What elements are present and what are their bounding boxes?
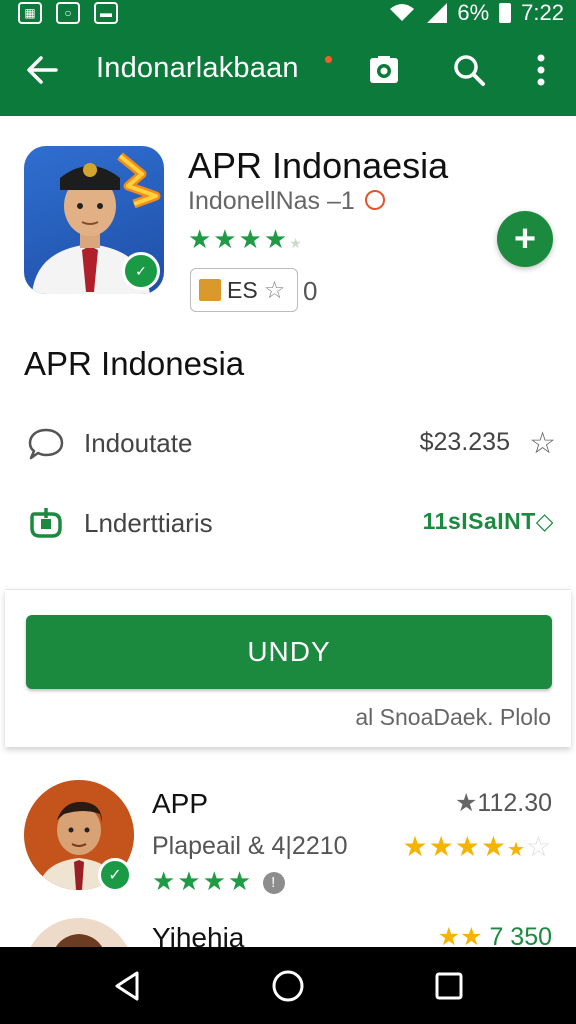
gold-stars-full: ★★★★ xyxy=(402,831,507,862)
camera-icon xyxy=(370,56,398,83)
list-item-subtitle: Plapeail & 4|2210 xyxy=(152,832,348,860)
tag-label: ES xyxy=(227,276,258,303)
install-card: UNDY al SnoaDaek. Plolo xyxy=(5,589,571,747)
search-button[interactable] xyxy=(449,50,489,90)
more-vert-icon xyxy=(537,54,545,86)
info-icon[interactable]: ! xyxy=(263,872,286,895)
list-item-rating: ★112.30 xyxy=(455,788,552,818)
back-arrow-icon[interactable] xyxy=(22,50,62,90)
info-row-label: Lnderttiaris xyxy=(84,508,213,538)
list-item-green-stars: ★★★★! xyxy=(152,866,286,897)
notification-icon: ▦ xyxy=(18,2,42,24)
info-row-price: $23.235 xyxy=(419,428,510,456)
nav-recents-button[interactable] xyxy=(428,965,470,1007)
install-fab-button[interactable]: + xyxy=(497,211,553,267)
section-title: APR Indonesia xyxy=(24,345,245,382)
developer-name: IndonellNas –1 xyxy=(188,187,355,215)
star-outline-icon[interactable]: ☆ xyxy=(529,426,556,461)
info-row-label: Indoutate xyxy=(84,428,193,458)
app-bar-title: Indonarlakbaan xyxy=(96,52,299,84)
star-outline-icon: ☆ xyxy=(263,276,286,304)
status-bar: ▦ ○ ▬ 6% 7:22 xyxy=(0,0,576,30)
battery-icon xyxy=(499,3,512,23)
notification-dot xyxy=(325,56,332,63)
star-icon: ★ xyxy=(454,789,478,817)
app-rating-stars: ★★★★★ xyxy=(188,224,304,255)
list-item[interactable]: ✓ APP ★112.30 Plapeail & 4|2210 ★★★★★☆ ★… xyxy=(0,780,576,900)
gold-star-empty: ☆ xyxy=(525,831,552,862)
chat-bubble-icon xyxy=(28,428,64,460)
nav-home-button[interactable] xyxy=(267,965,309,1007)
home-circle-icon xyxy=(272,970,304,1002)
rating-star-partial: ★ xyxy=(289,235,304,251)
gold-star-partial: ★ xyxy=(506,839,526,861)
app-name: APR Indonaesia xyxy=(188,145,449,186)
verified-badge-icon: ✓ xyxy=(122,252,160,290)
content-tag[interactable]: ES ☆ xyxy=(190,268,298,312)
camera-button[interactable] xyxy=(364,50,404,90)
list-item-gold-stars: ★★★★★☆ xyxy=(403,830,552,863)
timer-icon xyxy=(364,190,385,211)
battery-percent: 6% xyxy=(457,0,490,25)
install-note: al SnoaDaek. Plolo xyxy=(355,704,551,730)
calendar-icon: ○ xyxy=(56,2,80,24)
box-icon xyxy=(199,279,221,301)
back-triangle-icon xyxy=(115,971,139,1001)
tag-count: 0 xyxy=(303,276,318,306)
verified-badge-icon: ✓ xyxy=(98,858,132,892)
system-nav-bar xyxy=(0,947,576,1024)
nav-back-button[interactable] xyxy=(106,965,148,1007)
app-bar: Indonarlakbaan xyxy=(0,30,576,116)
list-item-rating-value: 112.30 xyxy=(477,789,552,817)
info-row-downloads[interactable]: Lnderttiaris 11sISaINT◇ xyxy=(0,500,576,550)
info-row-status: 11sISaINT◇ xyxy=(422,508,554,534)
wifi-icon xyxy=(390,4,415,21)
overflow-menu-button[interactable] xyxy=(521,50,561,90)
list-item-title: APP xyxy=(152,788,209,819)
signal-icon xyxy=(427,3,448,23)
download-badge-icon xyxy=(30,508,62,538)
search-icon xyxy=(454,55,485,86)
rating-stars-full: ★★★★ xyxy=(188,224,290,254)
mail-icon: ▬ xyxy=(94,2,118,24)
developer-row[interactable]: IndonellNas –1 xyxy=(188,187,385,216)
install-button[interactable]: UNDY xyxy=(26,615,552,689)
green-stars: ★★★★ xyxy=(152,866,254,896)
recents-square-icon xyxy=(435,972,463,1000)
clock: 7:22 xyxy=(521,0,564,25)
info-row-reviews[interactable]: Indoutate $23.235 ☆ xyxy=(0,420,576,470)
